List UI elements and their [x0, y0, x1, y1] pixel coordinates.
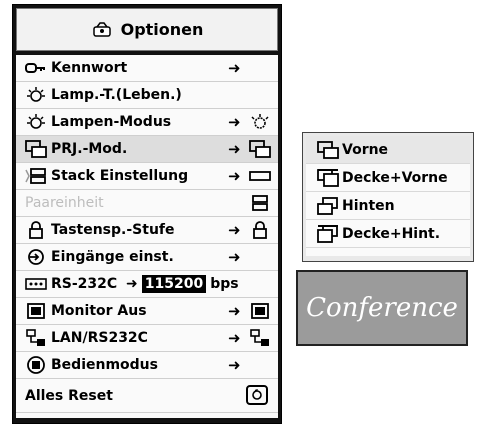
lamp-icon: [25, 85, 47, 105]
baud-rate-value[interactable]: 115200: [141, 275, 207, 293]
menu-item-prj-mode[interactable]: PRJ.-Mod. ➜: [16, 136, 278, 163]
menu-item-lamp-time[interactable]: Lamp.-T.(Leben.): [16, 82, 278, 109]
menu-item-rs232c[interactable]: RS-232C ➜ 115200 bps: [16, 271, 278, 298]
menu-item-input-setting[interactable]: Eingänge einst. ➜: [16, 244, 278, 271]
menu-title: Optionen: [16, 8, 278, 51]
submenu-list: Vorne Decke+Vorne Hinten Decke+Hint.: [306, 136, 470, 256]
ceiling-front-icon: [314, 168, 342, 187]
menu-item-stack-setting[interactable]: Stack Einstellung ➜: [16, 163, 278, 190]
key-icon: [25, 58, 47, 78]
menu-item-label: Alles Reset: [25, 387, 113, 404]
submenu-arrow-icon: ➜: [228, 329, 241, 347]
submenu-arrow-icon: ➜: [228, 140, 241, 158]
menu-item-label: Tastensp.-Stufe: [51, 222, 175, 238]
submenu-arrow-icon: ➜: [228, 221, 241, 239]
menu-item-label: Stack Einstellung: [51, 168, 189, 184]
conference-mode-label: Conference: [296, 270, 468, 346]
options-menu: Optionen Kennwort ➜ Lamp.-T.(Leben.) Lam…: [12, 4, 282, 424]
menu-item-label: Eingänge einst.: [51, 249, 174, 265]
reset-icon: [246, 385, 268, 405]
projector-mode-icon: [248, 140, 272, 158]
menu-item-label: RS-232C: [51, 276, 118, 292]
submenu-arrow-icon: ➜: [228, 302, 241, 320]
menu-item-key-lock-level[interactable]: Tastensp.-Stufe ➜: [16, 217, 278, 244]
submenu-item-rear[interactable]: Hinten: [306, 192, 470, 220]
submenu-arrow-icon: ➜: [228, 248, 241, 266]
projector-mode-icon: [25, 139, 47, 159]
menu-item-all-reset[interactable]: Alles Reset: [16, 379, 278, 413]
menu-item-label: Paareinheit: [25, 195, 104, 211]
menu-title-text: Optionen: [120, 20, 204, 39]
menu-item-monitor-off[interactable]: Monitor Aus ➜: [16, 298, 278, 325]
submenu-item-front[interactable]: Vorne: [306, 136, 470, 164]
monitor-icon: [248, 302, 272, 320]
options-icon: [91, 20, 113, 40]
menu-item-label: Bedienmodus: [51, 357, 158, 373]
rear-icon: [314, 196, 342, 215]
submenu-arrow-icon: ➜: [228, 167, 241, 185]
submenu-item-label: Vorne: [342, 141, 389, 158]
operation-mode-icon: [25, 355, 47, 375]
lan-icon: [25, 328, 47, 348]
front-icon: [314, 140, 342, 159]
conference-text: Conference: [306, 293, 458, 323]
submenu-arrow-icon: ➜: [228, 113, 241, 131]
lamp-mode-icon: [248, 113, 272, 131]
submenu-item-label: Hinten: [342, 197, 395, 214]
menu-item-lan-rs232c[interactable]: LAN/RS232C ➜: [16, 325, 278, 352]
submenu-arrow-icon: ➜: [228, 356, 241, 374]
pair-icon: [248, 194, 272, 212]
prj-mode-submenu: Vorne Decke+Vorne Hinten Decke+Hint.: [302, 132, 474, 262]
submenu-item-ceiling-front[interactable]: Decke+Vorne: [306, 164, 470, 192]
menu-item-label: Monitor Aus: [51, 303, 147, 319]
lan-icon: [248, 329, 272, 347]
menu-item-label: Lampen-Modus: [51, 114, 172, 130]
monitor-icon: [25, 301, 47, 321]
submenu-arrow-icon: ➜: [126, 276, 138, 292]
rs232-icon: [25, 274, 47, 294]
stack-icon: [25, 166, 47, 186]
menu-item-kennwort[interactable]: Kennwort ➜: [16, 55, 278, 82]
menu-item-label: Lamp.-T.(Leben.): [51, 87, 182, 103]
lock-icon: [25, 220, 47, 240]
menu-item-pair-unit: Paareinheit: [16, 190, 278, 217]
lamp-icon: [25, 112, 47, 132]
menu-list: Kennwort ➜ Lamp.-T.(Leben.) Lampen-Modus…: [16, 55, 278, 418]
submenu-item-label: Decke+Hint.: [342, 225, 441, 242]
submenu-arrow-icon: ➜: [228, 59, 241, 77]
lock-icon: [248, 221, 272, 239]
baud-rate-control[interactable]: ➜ 115200 bps: [126, 275, 239, 293]
menu-item-label: LAN/RS232C: [51, 330, 148, 346]
submenu-item-label: Decke+Vorne: [342, 169, 448, 186]
menu-item-label: PRJ.-Mod.: [51, 141, 128, 157]
menu-item-label: Kennwort: [51, 60, 128, 76]
input-icon: [25, 247, 47, 267]
menu-item-operation-mode[interactable]: Bedienmodus ➜: [16, 352, 278, 379]
menu-item-lamp-mode[interactable]: Lampen-Modus ➜: [16, 109, 278, 136]
baud-rate-unit: bps: [210, 276, 239, 292]
stack-icon: [248, 167, 272, 185]
ceiling-rear-icon: [314, 224, 342, 243]
submenu-item-ceiling-rear[interactable]: Decke+Hint.: [306, 220, 470, 248]
